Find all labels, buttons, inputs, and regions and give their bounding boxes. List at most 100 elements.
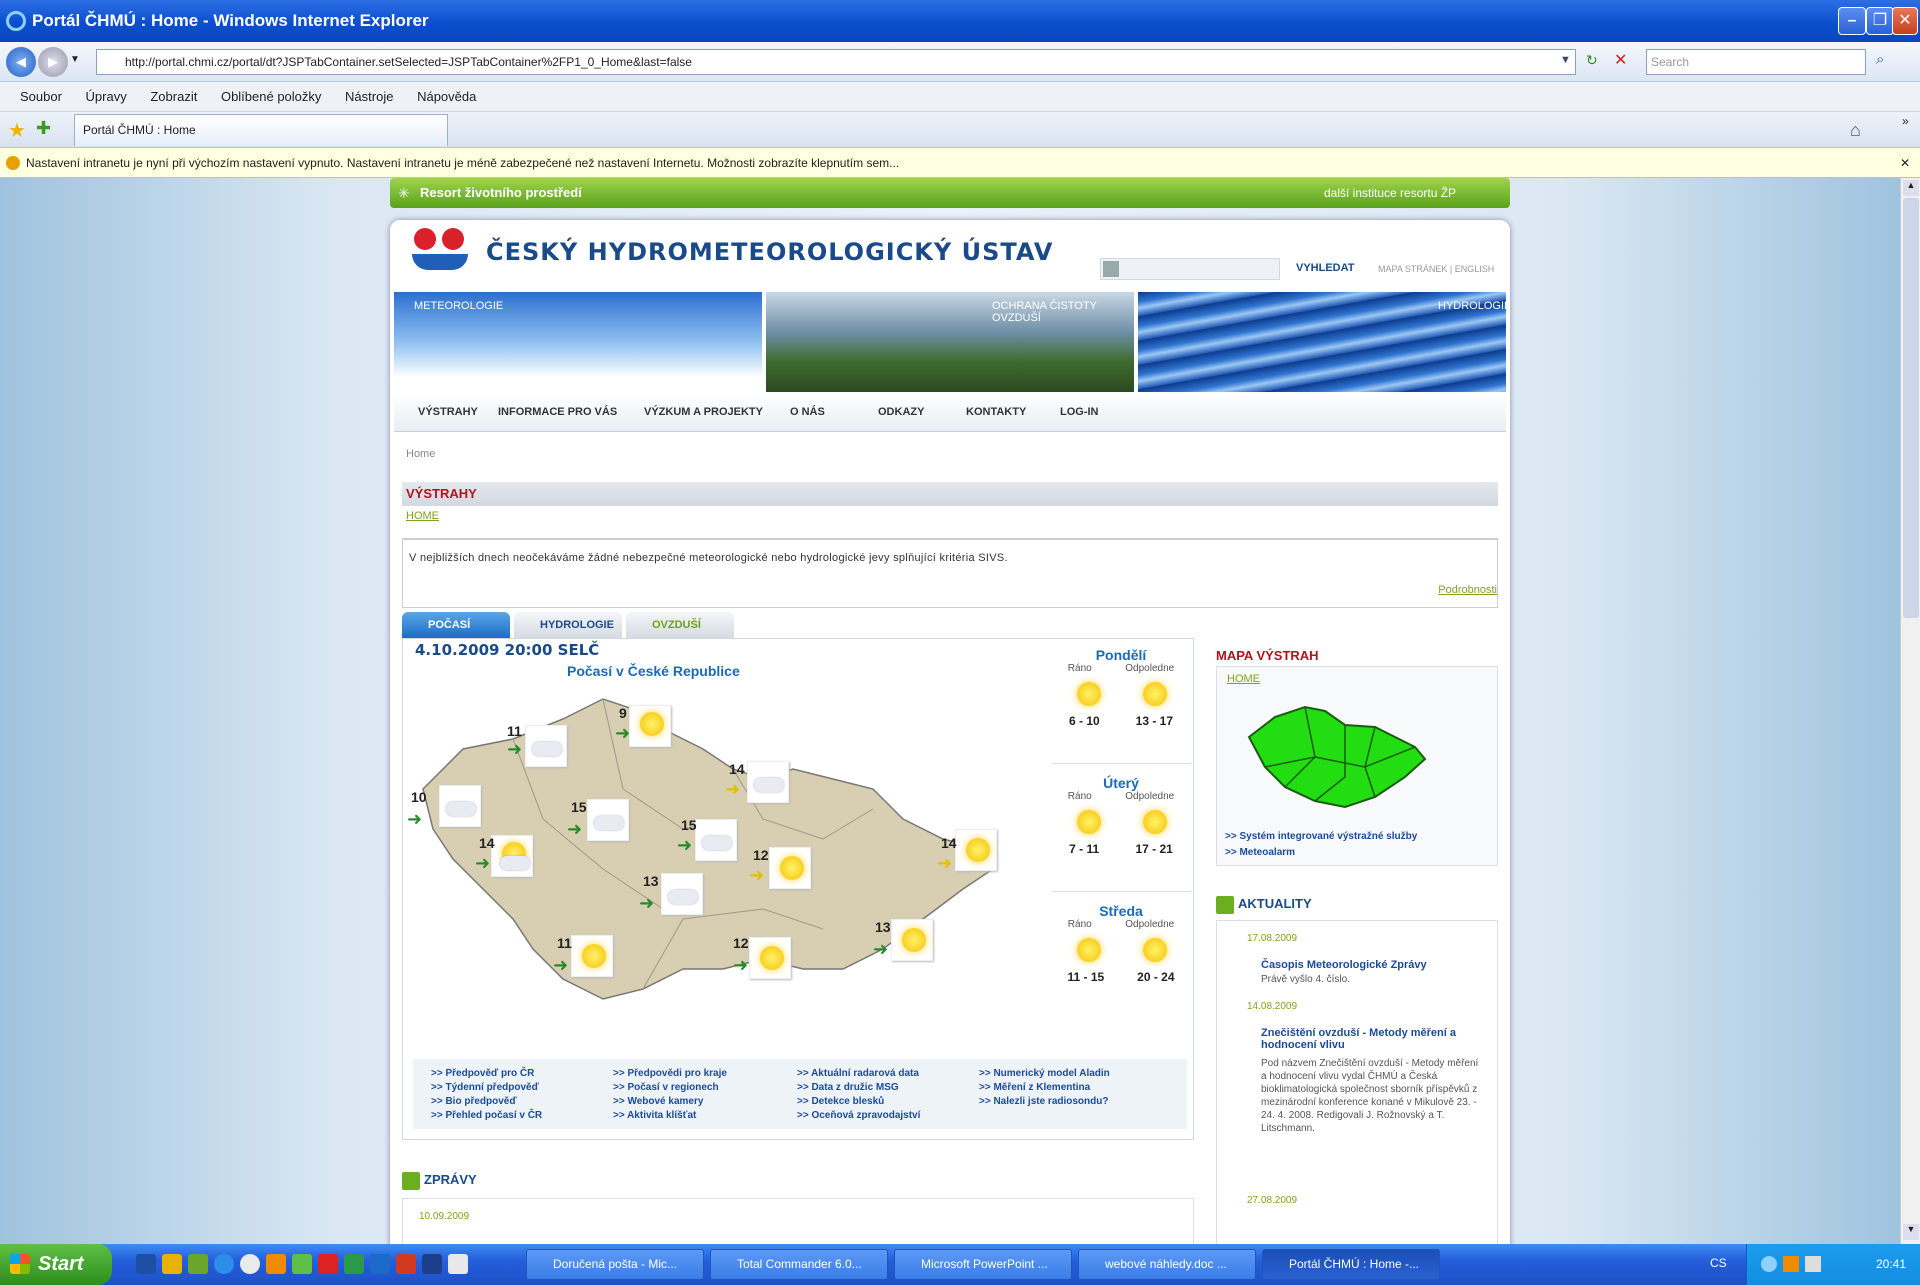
menu-nastroje[interactable]: Nástroje: [345, 82, 393, 112]
link-predpoved-cr[interactable]: >> Předpověď pro ČR: [431, 1067, 542, 1081]
warning-map-home-link[interactable]: HOME: [1227, 673, 1260, 685]
menu-oblibene[interactable]: Oblíbené položky: [221, 82, 321, 112]
nav-odkazy[interactable]: ODKAZY: [878, 406, 924, 418]
maximize-button[interactable]: ❐: [1866, 7, 1894, 35]
link-radar[interactable]: >> Aktuální radarová data: [797, 1067, 920, 1081]
details-link[interactable]: Podrobnosti: [1438, 584, 1497, 596]
language-indicator[interactable]: CS: [1710, 1256, 1727, 1270]
link-kraje[interactable]: >> Předpovědi pro kraje: [613, 1067, 727, 1081]
nav-informace[interactable]: INFORMACE PRO VÁS: [498, 406, 617, 418]
forecast-afternoon-range: 13 - 17: [1135, 714, 1173, 728]
search-button[interactable]: VYHLEDAT: [1296, 262, 1354, 274]
browser-tab[interactable]: Portál ČHMÚ : Home: [74, 114, 448, 146]
quicklaunch-icon[interactable]: [292, 1254, 312, 1274]
infobar-close-icon[interactable]: ✕: [1900, 148, 1910, 177]
ministry-label[interactable]: Resort životního prostředí: [420, 178, 582, 208]
quicklaunch-icon[interactable]: [344, 1254, 364, 1274]
taskbar-item-word[interactable]: webové náhledy.doc ...: [1078, 1249, 1256, 1280]
taskbar-item-mail[interactable]: Doručená pošta - Mic...: [526, 1249, 704, 1280]
nav-vystrahy[interactable]: VÝSTRAHY: [418, 406, 478, 418]
banner-meteorology[interactable]: METEOROLOGIE: [394, 292, 762, 392]
quicklaunch-icon[interactable]: [136, 1254, 156, 1274]
quicklaunch-icon[interactable]: [188, 1254, 208, 1274]
wind-arrow-icon: ➜: [937, 853, 953, 873]
site-search-input[interactable]: [1100, 258, 1280, 280]
link-radiosonda[interactable]: >> Nalezli jste radiosondu?: [979, 1095, 1110, 1109]
forward-button[interactable]: ▶: [38, 47, 68, 77]
link-regiony[interactable]: >> Počasí v regionech: [613, 1081, 727, 1095]
link-tydenni[interactable]: >> Týdenní předpověď: [431, 1081, 542, 1095]
add-favorite-icon[interactable]: ✚: [36, 118, 51, 139]
ie-quicklaunch-icon[interactable]: [214, 1254, 234, 1274]
home-icon[interactable]: ⌂: [1850, 120, 1861, 141]
chmi-logo[interactable]: [412, 228, 472, 274]
quicklaunch-icon[interactable]: [240, 1254, 260, 1274]
quicklaunch-icon[interactable]: [162, 1254, 182, 1274]
close-button[interactable]: ✕: [1892, 7, 1918, 35]
clock[interactable]: 20:41: [1876, 1257, 1906, 1271]
banner-air[interactable]: OCHRANA ČISTOTY OVZDUŠÍ: [766, 292, 1134, 392]
speaker-icon[interactable]: [1805, 1256, 1821, 1272]
tray-icon[interactable]: [1761, 1256, 1777, 1272]
information-bar[interactable]: Nastavení intranetu je nyní při výchozím…: [0, 148, 1920, 178]
tab-ovzdusi[interactable]: OVZDUŠÍ: [626, 612, 734, 638]
tab-pocasi[interactable]: POČASÍ: [402, 612, 510, 638]
link-druzice[interactable]: >> Data z družic MSG: [797, 1081, 920, 1095]
back-button[interactable]: ◀: [6, 47, 36, 77]
menu-soubor[interactable]: Soubor: [20, 82, 62, 112]
news-headline[interactable]: Časopis Meteorologické Zprávy: [1261, 959, 1481, 971]
link-prehled[interactable]: >> Přehled počasí v ČR: [431, 1109, 542, 1123]
scroll-thumb[interactable]: [1903, 198, 1919, 618]
history-dropdown-icon[interactable]: ▼: [70, 54, 80, 65]
nav-kontakty[interactable]: KONTAKTY: [966, 406, 1026, 418]
url-dropdown-icon[interactable]: ▼: [1560, 54, 1571, 66]
link-klistata[interactable]: >> Aktivita klíšťat: [613, 1109, 727, 1123]
meteoalarm-link[interactable]: >> Meteoalarm: [1225, 847, 1295, 858]
quicklaunch-icon[interactable]: [370, 1254, 390, 1274]
quicklaunch-icon[interactable]: [318, 1254, 338, 1274]
vertical-scrollbar[interactable]: ▲ ▼: [1900, 178, 1920, 1244]
tray-icon[interactable]: [1783, 1256, 1799, 1272]
link-aladin[interactable]: >> Numerický model Aladin: [979, 1067, 1110, 1081]
quicklaunch-icon[interactable]: [448, 1254, 468, 1274]
link-kamery[interactable]: >> Webové kamery: [613, 1095, 727, 1109]
refresh-icon[interactable]: ↻: [1586, 52, 1598, 69]
link-zpravodajstvi[interactable]: >> Oceňová zpravodajství: [797, 1109, 920, 1123]
sitemap-english-links[interactable]: MAPA STRÁNEK | ENGLISH: [1378, 264, 1494, 274]
link-bio[interactable]: >> Bio předpověď: [431, 1095, 542, 1109]
menu-upravy[interactable]: Úpravy: [86, 82, 127, 112]
stop-icon[interactable]: ✕: [1614, 50, 1627, 70]
breadcrumb[interactable]: Home: [406, 448, 435, 460]
warnings-home-link[interactable]: HOME: [406, 510, 439, 522]
taskbar-item-powerpoint[interactable]: Microsoft PowerPoint ...: [894, 1249, 1072, 1280]
news-headline[interactable]: Znečištění ovzduší - Metody měření a hod…: [1261, 1027, 1481, 1051]
taskbar-item-ie[interactable]: Portál ČHMÚ : Home -...: [1262, 1249, 1440, 1280]
menu-napoveda[interactable]: Nápověda: [417, 82, 476, 112]
nav-vyzkum[interactable]: VÝZKUM A PROJEKTY: [644, 406, 763, 418]
link-klementinum[interactable]: >> Měření z Klementina: [979, 1081, 1110, 1095]
favorites-star-icon[interactable]: ★: [8, 118, 26, 143]
weather-icon-7: [491, 835, 533, 877]
search-icon[interactable]: ⌕: [1876, 51, 1884, 68]
banner-hydrology[interactable]: HYDROLOGIE: [1138, 292, 1506, 392]
minimize-button[interactable]: –: [1838, 7, 1866, 35]
search-input[interactable]: Search: [1646, 49, 1866, 75]
nav-login[interactable]: LOG-IN: [1060, 406, 1099, 418]
nav-o-nas[interactable]: O NÁS: [790, 406, 825, 418]
sivs-link[interactable]: >> Systém integrované výstražné služby: [1225, 831, 1417, 842]
menu-zobrazit[interactable]: Zobrazit: [150, 82, 197, 112]
quicklaunch-icon[interactable]: [266, 1254, 286, 1274]
scroll-up-icon[interactable]: ▲: [1903, 180, 1919, 196]
link-blesky[interactable]: >> Detekce blesků: [797, 1095, 920, 1109]
other-institutions-link[interactable]: další instituce resortu ŽP: [1324, 178, 1456, 208]
more-chevron-icon[interactable]: »: [1902, 114, 1909, 128]
tab-hydrologie[interactable]: HYDROLOGIE: [514, 612, 622, 638]
links-col-1: >> Předpověď pro ČR >> Týdenní předpověď…: [431, 1067, 542, 1123]
scroll-down-icon[interactable]: ▼: [1903, 1224, 1919, 1240]
url-field[interactable]: http://portal.chmi.cz/portal/dt?JSPTabCo…: [96, 49, 1576, 75]
quicklaunch-icon[interactable]: [396, 1254, 416, 1274]
quicklaunch-icon[interactable]: [422, 1254, 442, 1274]
warning-map[interactable]: [1245, 697, 1445, 817]
start-button[interactable]: Start: [0, 1244, 112, 1285]
taskbar-item-totalcommander[interactable]: Total Commander 6.0...: [710, 1249, 888, 1280]
